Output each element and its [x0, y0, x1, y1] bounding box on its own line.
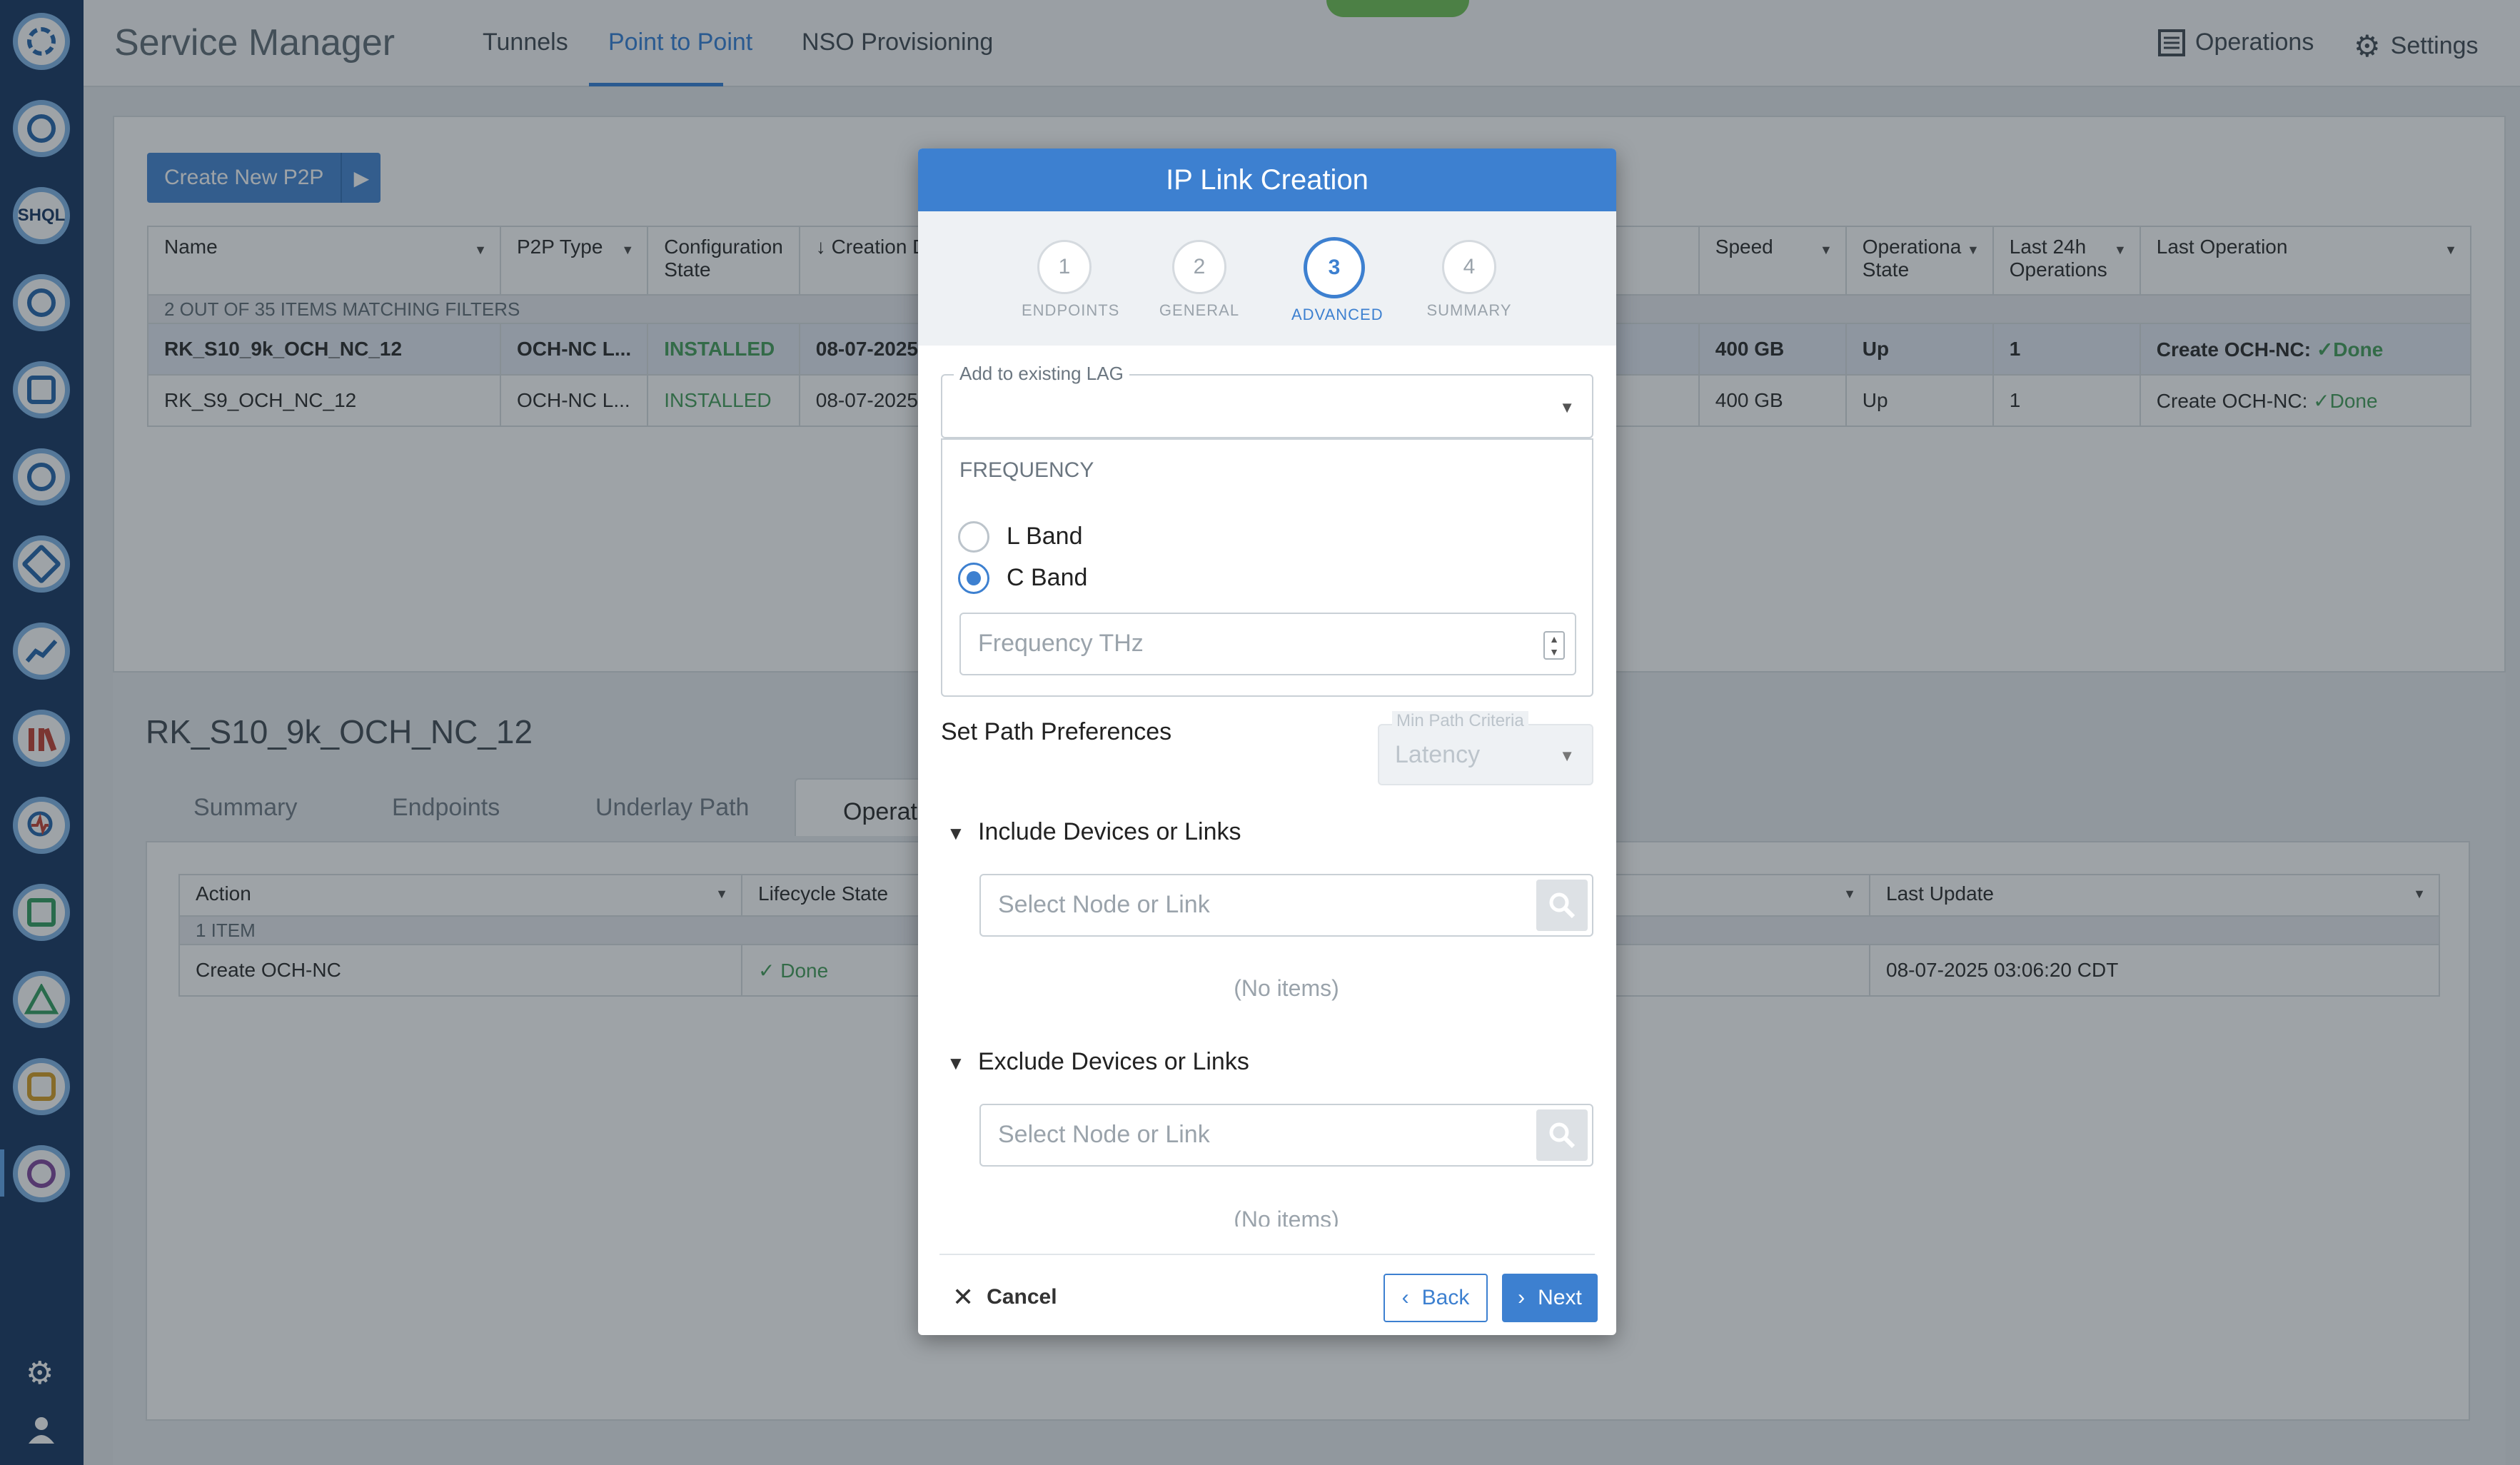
include-search-input[interactable]: Select Node or Link — [979, 874, 1593, 937]
search-glyph — [1549, 892, 1576, 919]
step-general[interactable]: 2 GENERAL — [1156, 240, 1242, 320]
back-label: Back — [1421, 1286, 1470, 1309]
step-label: SUMMARY — [1426, 301, 1512, 319]
frequency-label: FREQUENCY — [959, 458, 1094, 482]
ip-link-creation-modal: IP Link Creation 1 ENDPOINTS 2 GENERAL 3… — [918, 148, 1616, 1335]
search-glyph — [1549, 1122, 1576, 1149]
exclude-search-input[interactable]: Select Node or Link — [979, 1104, 1593, 1167]
frequency-placeholder: Frequency THz — [978, 630, 1144, 657]
step-label: ENDPOINTS — [1022, 301, 1120, 319]
c-band-label: C Band — [1007, 564, 1088, 591]
stepper-icon[interactable]: ▲ ▼ — [1543, 631, 1565, 660]
modal-body: ▼ Add to existing LAG FREQUENCY L Band C… — [918, 346, 1616, 1244]
triangle-down-icon[interactable]: ▼ — [947, 1052, 965, 1074]
exclude-label[interactable]: Exclude Devices or Links — [978, 1048, 1249, 1076]
cancel-label: Cancel — [987, 1285, 1057, 1309]
chevron-left-icon: ‹ — [1401, 1286, 1409, 1309]
chevron-right-icon: › — [1518, 1286, 1526, 1309]
next-button[interactable]: › Next — [1502, 1274, 1598, 1322]
c-band-radio[interactable] — [958, 563, 989, 594]
search-icon[interactable] — [1536, 1109, 1588, 1161]
close-icon: ✕ — [952, 1282, 974, 1312]
chevron-down-icon: ▼ — [1559, 747, 1575, 765]
min-path-label: Min Path Criteria — [1392, 711, 1528, 731]
modal-footer: ✕ Cancel ‹ Back › Next — [939, 1254, 1598, 1335]
include-label[interactable]: Include Devices or Links — [978, 818, 1241, 846]
step-endpoints[interactable]: 1 ENDPOINTS — [1022, 240, 1120, 320]
l-band-label: L Band — [1007, 523, 1083, 550]
min-path-value: Latency — [1395, 741, 1481, 768]
step-number: 4 — [1442, 240, 1496, 294]
cancel-button[interactable]: ✕ Cancel — [952, 1282, 1057, 1312]
include-empty: (No items) — [1234, 975, 1339, 1001]
min-path-select[interactable]: Latency ▼ — [1378, 724, 1593, 785]
l-band-radio[interactable] — [958, 521, 989, 553]
lag-label: Add to existing LAG — [954, 363, 1129, 385]
search-icon[interactable] — [1536, 880, 1588, 931]
step-label: GENERAL — [1159, 301, 1240, 319]
triangle-down-icon[interactable]: ▼ — [947, 822, 965, 845]
next-label: Next — [1538, 1286, 1582, 1309]
chevron-down-icon: ▼ — [1559, 398, 1575, 416]
path-preferences-label: Set Path Preferences — [941, 718, 1172, 745]
step-number: 2 — [1172, 240, 1226, 294]
include-placeholder: Select Node or Link — [998, 891, 1210, 918]
step-label: ADVANCED — [1291, 306, 1384, 323]
step-summary[interactable]: 4 SUMMARY — [1426, 240, 1512, 320]
frequency-group: FREQUENCY L Band C Band Frequency THz ▲ ▼ — [941, 438, 1593, 697]
frequency-input[interactable]: Frequency THz ▲ ▼ — [959, 613, 1576, 675]
back-button[interactable]: ‹ Back — [1384, 1274, 1488, 1322]
wizard-steps: 1 ENDPOINTS 2 GENERAL 3 ADVANCED 4 SUMMA… — [918, 211, 1616, 346]
step-number: 1 — [1037, 240, 1092, 294]
exclude-placeholder: Select Node or Link — [998, 1121, 1210, 1148]
step-advanced[interactable]: 3 ADVANCED — [1291, 237, 1384, 324]
exclude-empty: (No items) — [1234, 1207, 1339, 1227]
step-number: 3 — [1304, 237, 1365, 298]
modal-title: IP Link Creation — [918, 148, 1616, 211]
